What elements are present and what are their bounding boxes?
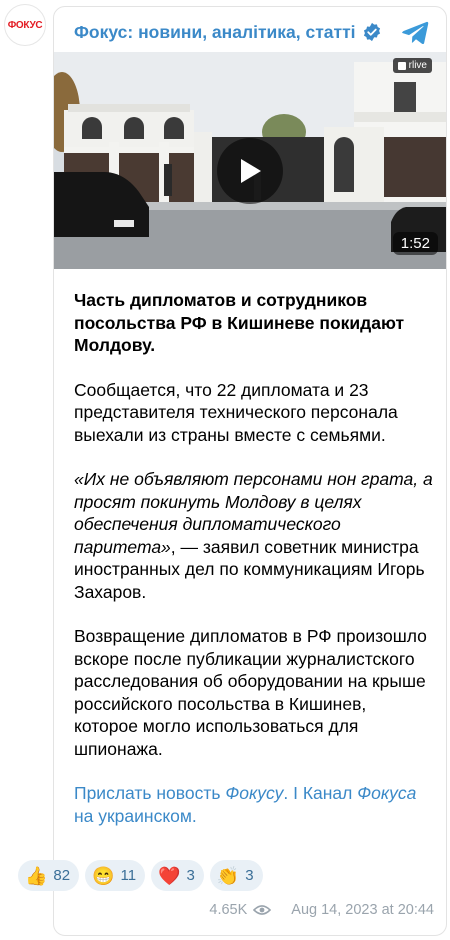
play-button[interactable] bbox=[217, 138, 283, 204]
link-separator: I bbox=[288, 783, 303, 803]
message-text: Часть дипломатов и сотрудников посольств… bbox=[74, 289, 434, 849]
grin-icon: 😁 bbox=[92, 865, 115, 886]
reaction-thumbs-up[interactable]: 👍 82 bbox=[18, 860, 80, 891]
view-count: 4.65K bbox=[209, 902, 248, 918]
eye-icon bbox=[253, 905, 272, 915]
post-date: Aug 14, 2023 at 20:44 bbox=[291, 902, 434, 918]
clap-icon: 👏 bbox=[216, 865, 240, 886]
reaction-count: 11 bbox=[120, 867, 137, 884]
heart-icon: ❤️ bbox=[158, 865, 181, 886]
post-paragraph-1: Сообщается, что 22 дипломата и 23 предст… bbox=[74, 379, 398, 445]
avatar-text: ФОКУС bbox=[7, 19, 43, 31]
reaction-heart[interactable]: ❤️ 3 bbox=[151, 860, 204, 891]
post-headline: Часть дипломатов и сотрудников посольств… bbox=[74, 290, 405, 355]
video-duration: 1:52 bbox=[392, 232, 438, 255]
post-paragraph-2: «Их не объявляют персонами нон грата, а … bbox=[74, 468, 434, 603]
camera-icon bbox=[397, 61, 406, 70]
message-card: Фокус: новини, аналітика, статті rlive 1… bbox=[53, 6, 447, 936]
thumbs-up-icon: 👍 bbox=[25, 865, 48, 886]
channel-name[interactable]: Фокус: новини, аналітика, статті bbox=[74, 22, 356, 43]
channel-avatar[interactable]: ФОКУС bbox=[4, 4, 46, 46]
reaction-count: 3 bbox=[245, 867, 254, 884]
reaction-clap[interactable]: 👏 3 bbox=[209, 860, 263, 891]
message-header: Фокус: новини, аналітика, статті bbox=[74, 19, 446, 45]
verified-icon bbox=[363, 22, 380, 42]
send-news-link[interactable]: Прислать новость Фокусу. bbox=[74, 783, 288, 803]
post-paragraph-3: Возвращение дипломатов в РФ произошло вс… bbox=[74, 626, 427, 759]
telegram-icon[interactable] bbox=[400, 17, 430, 47]
source-badge: rlive bbox=[392, 58, 432, 73]
play-icon bbox=[241, 159, 261, 183]
message-meta: 4.65K Aug 14, 2023 at 20:44 bbox=[209, 902, 434, 918]
reaction-count: 3 bbox=[186, 867, 195, 884]
reactions-bar: 👍 82 😁 11 ❤️ 3 👏 3 bbox=[18, 860, 263, 891]
reaction-grin[interactable]: 😁 11 bbox=[85, 860, 146, 891]
reaction-count: 82 bbox=[53, 867, 71, 884]
post-links: Прислать новость Фокусу. I Канал Фокуса … bbox=[74, 782, 434, 827]
video-player[interactable]: rlive 1:52 bbox=[54, 52, 446, 269]
